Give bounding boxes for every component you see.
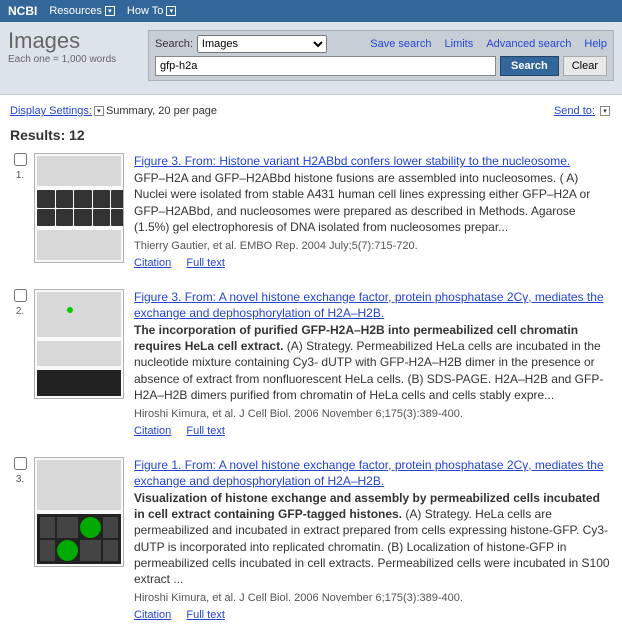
result-title-link[interactable]: Figure 3. From: Histone variant H2ABbd c… [134,154,570,168]
search-input[interactable] [155,56,496,76]
chevron-down-icon[interactable]: ▾ [94,106,104,116]
fulltext-link[interactable]: Full text [186,609,225,621]
sendto-link[interactable]: Send to: [554,105,595,117]
result-citation: Hiroshi Kimura, et al. J Cell Biol. 2006… [134,591,612,606]
result-thumbnail[interactable] [34,289,124,439]
search-box: Search: Images Save search Limits Advanc… [148,30,614,81]
ncbi-logo[interactable]: NCBI [8,4,37,18]
chevron-down-icon: ▾ [166,6,176,16]
result-number: 1. [16,170,24,181]
result-item: 3. Figure 1. From: A novel histone excha… [10,457,612,623]
result-checkbox[interactable] [14,457,27,470]
advanced-search-link[interactable]: Advanced search [486,38,571,50]
result-item: 2. Figure 3. From: A novel histone excha… [10,289,612,439]
toolbar: Display Settings: ▾ Summary, 20 per page… [0,95,622,123]
limits-link[interactable]: Limits [445,38,474,50]
result-citation: Thierry Gautier, et al. EMBO Rep. 2004 J… [134,239,612,254]
result-snippet: Visualization of histone exchange and as… [134,490,612,587]
clear-button[interactable]: Clear [563,56,607,76]
save-search-link[interactable]: Save search [370,38,431,50]
search-button[interactable]: Search [500,56,559,76]
result-checkbox[interactable] [14,153,27,166]
result-citation: Hiroshi Kimura, et al. J Cell Biol. 2006… [134,407,612,422]
result-thumbnail[interactable] [34,153,124,271]
result-number: 2. [16,306,24,317]
nav-resources[interactable]: Resources ▾ [49,5,115,17]
result-title-link[interactable]: Figure 3. From: A novel histone exchange… [134,290,604,320]
result-item: 1. Figure 3. From: Histone variant H2ABb… [10,153,612,271]
result-title-link[interactable]: Figure 1. From: A novel histone exchange… [134,458,604,488]
chevron-down-icon[interactable]: ▾ [600,106,610,116]
display-summary: Summary, 20 per page [106,105,217,117]
search-links: Save search Limits Advanced search Help [360,38,607,50]
topbar: NCBI Resources ▾ How To ▾ [0,0,622,22]
citation-link[interactable]: Citation [134,425,171,437]
results-list: 1. Figure 3. From: Histone variant H2ABb… [0,153,622,623]
result-thumbnail[interactable] [34,457,124,623]
nav-howto[interactable]: How To ▾ [127,5,176,17]
header: Images Each one = 1,000 words Search: Im… [0,22,622,95]
result-number: 3. [16,474,24,485]
help-link[interactable]: Help [584,38,607,50]
nav-label: Resources [49,5,102,17]
result-snippet: The incorporation of purified GFP-H2A–H2… [134,322,612,403]
search-label: Search: [155,38,193,50]
page-subtitle: Each one = 1,000 words [8,54,148,65]
display-settings-link[interactable]: Display Settings: [10,105,92,117]
fulltext-link[interactable]: Full text [186,425,225,437]
citation-link[interactable]: Citation [134,257,171,269]
citation-link[interactable]: Citation [134,609,171,621]
search-db-select[interactable]: Images [197,35,327,53]
fulltext-link[interactable]: Full text [186,257,225,269]
result-checkbox[interactable] [14,289,27,302]
results-count: Results: 12 [0,123,622,153]
nav-label: How To [127,5,163,17]
result-snippet: GFP–H2A and GFP–H2ABbd histone fusions a… [134,170,612,235]
page-title: Images [8,28,148,54]
chevron-down-icon: ▾ [105,6,115,16]
